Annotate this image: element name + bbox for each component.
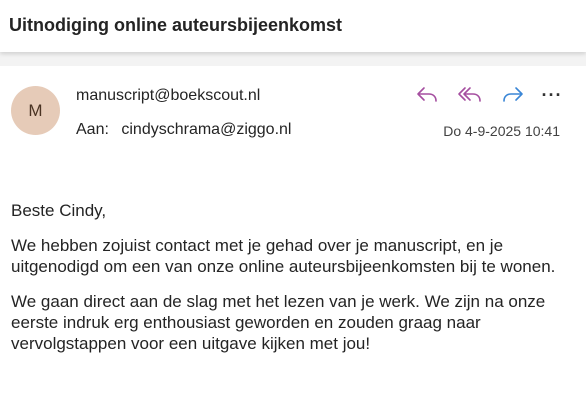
recipient-label: Aan: xyxy=(76,121,109,138)
message-actions: ··· xyxy=(399,80,566,110)
more-icon: ··· xyxy=(541,84,563,105)
recipient-email[interactable]: cindyschrama@ziggo.nl xyxy=(121,121,291,138)
message-card: M manuscript@boekscout.nl Aan: cindyschr… xyxy=(0,66,586,417)
reply-all-icon xyxy=(457,85,483,105)
recipient-row: Aan: cindyschrama@ziggo.nl xyxy=(76,121,291,139)
subject-header: Uitnodiging online auteursbijeenkomst xyxy=(0,0,586,52)
avatar-initial: M xyxy=(28,100,43,120)
forward-button[interactable] xyxy=(497,80,528,110)
body-greeting: Beste Cindy, xyxy=(11,201,107,220)
forward-icon xyxy=(501,85,525,105)
email-subject: Uitnodiging online auteursbijeenkomst xyxy=(9,15,343,35)
sender-avatar[interactable]: M xyxy=(11,86,60,135)
header-separator xyxy=(0,52,586,66)
message-date: Do 4-9-2025 10:41 xyxy=(443,123,560,139)
reply-all-button[interactable] xyxy=(454,80,485,110)
sender-email[interactable]: manuscript@boekscout.nl xyxy=(76,87,260,105)
reply-icon xyxy=(415,85,439,105)
more-actions-button[interactable]: ··· xyxy=(538,80,566,110)
reply-button[interactable] xyxy=(411,80,442,110)
body-paragraph-2: We gaan direct aan de slag met het lezen… xyxy=(11,292,546,353)
message-body: Beste Cindy, We hebben zojuist contact m… xyxy=(11,200,571,368)
body-paragraph-1: We hebben zojuist contact met je gehad o… xyxy=(11,236,556,276)
